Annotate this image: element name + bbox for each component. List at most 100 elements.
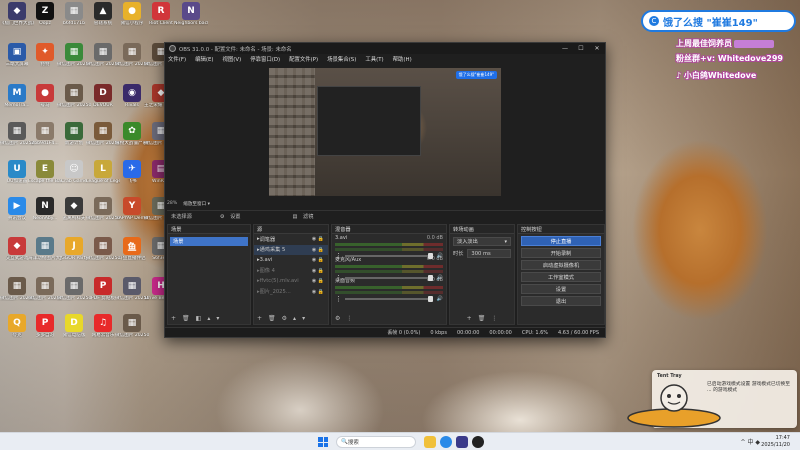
- add-scene-icon[interactable]: +: [171, 315, 176, 322]
- remove-transition-icon[interactable]: 🗑: [478, 315, 486, 322]
- visibility-lock-icons[interactable]: ◉ 🔒: [312, 236, 324, 242]
- menu-item[interactable]: 配置文件(P): [289, 55, 318, 63]
- volume-slider[interactable]: [345, 253, 433, 259]
- mixer-menu-icon[interactable]: ⋮: [335, 295, 342, 303]
- desktop-icon[interactable]: ▦ 新游计划: [59, 122, 89, 146]
- menu-item[interactable]: 工具(T): [365, 55, 383, 63]
- transition-menu-icon[interactable]: ⋮: [491, 315, 497, 322]
- start-recording-button[interactable]: 开始录制: [521, 248, 601, 258]
- desktop-icon[interactable]: ▦微信图片 2025091...: [57, 84, 91, 108]
- desktop-icon[interactable]: ▦ b6fd171b: [59, 2, 89, 26]
- volume-slider[interactable]: [345, 275, 433, 281]
- visibility-lock-icons[interactable]: ◉ 🔒: [312, 278, 324, 284]
- desktop-icon[interactable]: ▦ 海洋动物图片大全: [28, 237, 62, 261]
- properties-button[interactable]: ⚙ 设置: [216, 213, 269, 220]
- scene-item[interactable]: 场景: [170, 237, 248, 246]
- desktop-icon[interactable]: 鱼斗鱼直播伴侣: [117, 237, 147, 261]
- desktop-icon[interactable]: ▦微信图片 2025091...: [86, 197, 120, 221]
- edge-icon[interactable]: [440, 436, 452, 448]
- desktop-icon[interactable]: ▦微信图片 2025072...: [28, 277, 62, 301]
- desktop-icon[interactable]: N NeonAby...: [30, 197, 60, 221]
- desktop-icon[interactable]: ▦微信图片 2025073...: [86, 237, 120, 261]
- desktop-icon[interactable]: D 微信电脑版: [59, 314, 89, 338]
- scale-dropdown[interactable]: 缩放至窗口 ▾: [183, 201, 210, 207]
- desktop-icon[interactable]: ▦微信图片 2025091...: [86, 43, 120, 67]
- remove-source-icon[interactable]: 🗑: [268, 315, 276, 322]
- visibility-lock-icons[interactable]: ◉ 🔒: [312, 268, 324, 274]
- add-source-icon[interactable]: +: [257, 315, 262, 322]
- desktop-icon[interactable]: J JGGOR Party: [59, 237, 89, 261]
- source-down-icon[interactable]: ▾: [302, 315, 305, 322]
- desktop-icon[interactable]: ▦微信图片 2025071...: [115, 277, 149, 301]
- source-up-icon[interactable]: ▴: [293, 315, 296, 322]
- menu-item[interactable]: 文件(F): [168, 55, 186, 63]
- desktop-icon[interactable]: P PDF 剪贴板: [88, 277, 118, 301]
- speaker-icon[interactable]: 🔊: [437, 296, 443, 302]
- obs-titlebar[interactable]: OBS 31.0.0 - 配置文件: 未命名 - 场景: 未命名 — ☐ ✕: [165, 43, 605, 54]
- taskbar-search[interactable]: 🔍 搜索: [336, 436, 416, 448]
- clock[interactable]: 17:47 2025/11/20: [761, 435, 790, 448]
- desktop-icon[interactable]: ✿植物大战僵尸杂交...: [115, 122, 149, 146]
- desktop-icon[interactable]: ▶ 腾讯会议: [2, 197, 32, 221]
- volume-slider[interactable]: [345, 296, 433, 302]
- desktop-icon[interactable]: ▦微信图片 2025-08...: [57, 43, 91, 67]
- desktop-icon[interactable]: ▲ 管辖系统: [88, 2, 118, 26]
- menu-item[interactable]: 停靠窗口(D): [250, 55, 280, 63]
- desktop-icon[interactable]: ◉ Rivals: [117, 84, 147, 108]
- exit-button[interactable]: 退出: [521, 296, 601, 306]
- stop-stream-button[interactable]: 停止直播: [521, 236, 601, 246]
- source-item[interactable]: ▸ 通鸡采集 5 ◉ 🔒: [254, 244, 328, 255]
- studio-mode-button[interactable]: 工作室模式: [521, 272, 601, 282]
- source-item[interactable]: ▸ 图片_2025... ◉ 🔒: [254, 287, 328, 298]
- source-item[interactable]: ▸ 3.avi ◉ 🔒: [254, 255, 328, 266]
- scene-filter-icon[interactable]: ◧: [196, 315, 202, 322]
- desktop-icon[interactable]: ▦ 2bb9d1F4...: [30, 122, 60, 146]
- desktop-icon[interactable]: ◆ 《极门世界大战》: [0, 2, 34, 26]
- desktop-icon[interactable]: ▣ 三端大屏幕: [2, 43, 32, 67]
- desktop-icon[interactable]: ▦微信图片 2025073...: [115, 314, 149, 338]
- obs-window[interactable]: OBS 31.0.0 - 配置文件: 未命名 - 场景: 未命名 — ☐ ✕ 文…: [164, 42, 606, 338]
- desktop-icon[interactable]: ▦微信图片 2025073...: [86, 122, 120, 146]
- obs-taskbar-icon[interactable]: [472, 436, 484, 448]
- maximize-icon[interactable]: ☐: [573, 45, 589, 52]
- desktop-icon[interactable]: ▦微信图片 2025072...: [57, 277, 91, 301]
- desktop-icon[interactable]: ▦微信图片 2025091...: [0, 122, 34, 146]
- scene-down-icon[interactable]: ▾: [216, 315, 219, 322]
- desktop-icon[interactable]: ☺ Crab Game: [59, 160, 89, 184]
- menu-item[interactable]: 帮助(H): [393, 55, 412, 63]
- close-icon[interactable]: ✕: [589, 45, 605, 52]
- desktop-icon[interactable]: ✦ 特特: [30, 43, 60, 67]
- mixer-settings-icon[interactable]: ⚙: [335, 315, 340, 322]
- minimize-icon[interactable]: —: [557, 45, 573, 52]
- menu-item[interactable]: 视图(V): [223, 55, 242, 63]
- desktop-icon[interactable]: R Riot Client: [146, 2, 176, 26]
- windows-start-icon[interactable]: [318, 437, 328, 447]
- obs-preview[interactable]: 饿了么搜"崔崔149": [269, 68, 501, 196]
- desktop-icon[interactable]: EEscape the Backrooms: [28, 160, 62, 184]
- visibility-lock-icons[interactable]: ◉ 🔒: [312, 247, 324, 253]
- desktop-icon[interactable]: ▦微信图片 2025091...: [115, 43, 149, 67]
- desktop-icon[interactable]: ♫ 网易云音乐: [88, 314, 118, 338]
- filters-button[interactable]: ▤ 滤镜: [288, 213, 341, 220]
- desktop-icon[interactable]: Z Oopz: [30, 2, 60, 26]
- desktop-icon[interactable]: ✈ 飞书: [117, 160, 147, 184]
- duration-field[interactable]: 300 ms: [467, 249, 511, 258]
- file-explorer-icon[interactable]: [424, 436, 436, 448]
- remove-scene-icon[interactable]: 🗑: [182, 315, 190, 322]
- virtual-camera-button[interactable]: 启动虚拟摄像机: [521, 260, 601, 270]
- desktop-icon[interactable]: ● 号马: [30, 84, 60, 108]
- desktop-icon[interactable]: LLeague of Legends: [86, 160, 120, 184]
- visibility-lock-icons[interactable]: ◉ 🔒: [312, 257, 324, 263]
- desktop-icon[interactable]: Y YAPYAP Demo: [116, 197, 148, 221]
- mixer-menu-icon[interactable]: ⋮: [346, 315, 352, 322]
- source-item[interactable]: ▸ ffvtc(5).mlv.avi ◉ 🔒: [254, 276, 328, 287]
- desktop-icon[interactable]: ● 微信小程序: [117, 2, 147, 26]
- menu-item[interactable]: 场景集合(S): [327, 55, 356, 63]
- settings-button[interactable]: 设置: [521, 284, 601, 294]
- transition-select[interactable]: 淡入淡出 ▾: [453, 237, 511, 246]
- source-item[interactable]: ▸ 调笔器 ◉ 🔒: [254, 234, 328, 245]
- add-transition-icon[interactable]: +: [467, 315, 472, 322]
- desktop-icon[interactable]: D DEVOUR: [88, 84, 118, 108]
- desktop-icon[interactable]: M MemoTra...: [2, 84, 32, 108]
- system-tray[interactable]: ^ 中 ◆: [741, 437, 760, 446]
